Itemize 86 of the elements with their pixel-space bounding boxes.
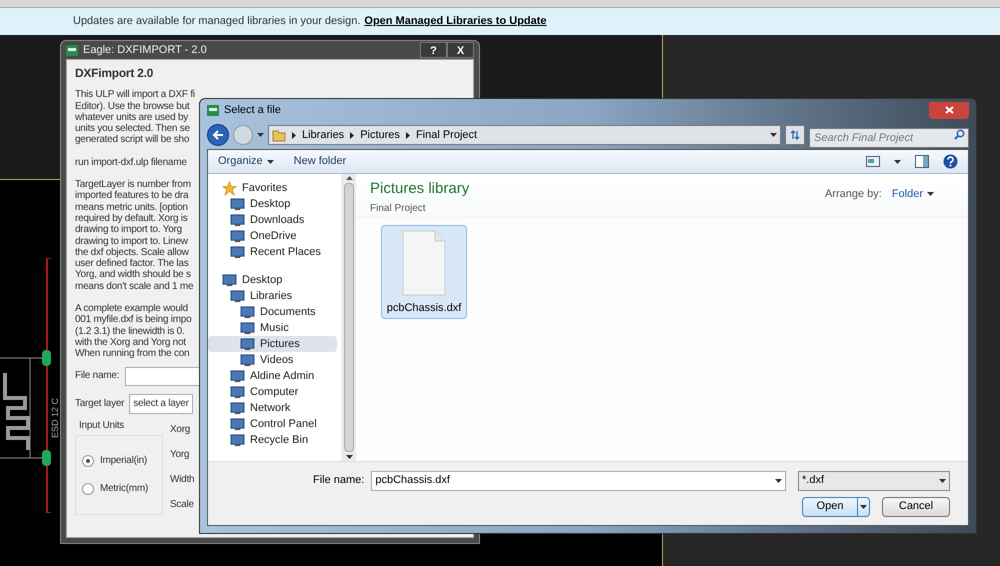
layer-select[interactable]: select a layer <box>129 394 193 414</box>
back-button[interactable] <box>207 124 229 146</box>
close-icon <box>944 106 954 114</box>
nav-item[interactable]: Music <box>208 320 337 336</box>
nav-item[interactable]: Aldine Admin <box>208 368 337 384</box>
nav-item[interactable]: Desktop <box>208 272 337 288</box>
address-bar[interactable]: Libraries Pictures Final Project <box>268 125 781 145</box>
search-icon <box>954 129 965 140</box>
caret-icon <box>770 133 777 137</box>
search-field[interactable]: Search Final Project <box>809 128 969 148</box>
update-link[interactable]: Open Managed Libraries to Update <box>364 13 547 30</box>
breadcrumb-item[interactable]: Pictures <box>360 126 400 144</box>
group-label: Input Units <box>78 420 126 431</box>
nav-item[interactable]: Control Panel <box>208 416 337 432</box>
nav-item[interactable]: OneDrive <box>208 228 337 244</box>
app-icon <box>207 104 219 116</box>
help-icon[interactable] <box>943 154 958 169</box>
refresh-button[interactable] <box>785 125 805 145</box>
field-label: File name: <box>75 370 120 382</box>
nav-item[interactable]: Downloads <box>208 212 337 228</box>
arrange-dropdown[interactable]: Folder <box>892 186 934 202</box>
radio-button[interactable] <box>82 482 94 495</box>
nav-item[interactable]: Favorites <box>208 180 337 196</box>
nav-item[interactable]: Desktop <box>208 196 337 212</box>
nav-item[interactable]: Recent Places <box>208 244 337 260</box>
back-arrow-icon <box>212 130 224 140</box>
nav-item[interactable]: Videos <box>208 352 337 368</box>
chevron-icon <box>406 132 410 138</box>
description-paragraph: A complete example would 001 myfile.dxf is being impo (1.2 3.1) the linewidth is 0. with the Xorg and Yorg not When running from the con <box>75 303 192 360</box>
window-title: Eagle: DXFIMPORT - 2.0 <box>83 42 207 58</box>
view-icon[interactable] <box>866 156 880 167</box>
help-button[interactable]: ? <box>420 42 447 58</box>
star-icon <box>222 180 237 196</box>
window-title: Select a file <box>224 102 281 118</box>
app-icon <box>66 44 78 56</box>
caret-icon <box>939 478 946 482</box>
scrollbar[interactable] <box>342 174 356 461</box>
radio-label: Metric(mm) <box>100 483 148 494</box>
nav-item[interactable]: Pictures <box>208 336 337 352</box>
up-arrow-icon[interactable] <box>346 176 352 180</box>
param-label: Xorg <box>170 424 192 435</box>
breadcrumb-item[interactable]: Libraries <box>302 126 344 144</box>
breadcrumb-item[interactable]: Final Project <box>416 126 478 144</box>
folder-icon <box>272 128 286 142</box>
param-label: Scale <box>170 499 194 511</box>
param-label: Width <box>170 474 194 486</box>
library-subtitle: Final Project <box>370 202 427 216</box>
close-button[interactable]: X <box>447 42 474 58</box>
open-button[interactable]: Open <box>802 496 870 516</box>
caret-icon <box>860 504 867 508</box>
caret-icon <box>257 133 264 137</box>
notification-text: Updates are available for managed libraries in your design. <box>73 14 360 30</box>
chevron-icon <box>292 132 296 138</box>
organize-menu[interactable]: Organize <box>218 153 274 170</box>
caret-icon <box>266 160 274 164</box>
nav-item[interactable]: Documents <box>208 304 337 320</box>
document-icon <box>402 230 446 296</box>
radio-button[interactable] <box>82 454 94 467</box>
file-type-select[interactable]: *.dxf <box>798 470 950 490</box>
file-name-field[interactable]: pcbChassis.dxf <box>371 470 786 490</box>
arrange-label: Arrange by: <box>824 187 882 202</box>
caret-icon <box>775 478 782 482</box>
description-paragraph: run import-dxf.ulp filename <box>75 156 187 168</box>
caret-icon <box>346 455 352 459</box>
library-title: Pictures library <box>370 179 470 199</box>
file-item[interactable]: pcbChassis.dxf <box>381 225 467 319</box>
nav-item[interactable]: Computer <box>208 384 337 400</box>
new-folder-button[interactable]: New folder <box>294 153 346 170</box>
description-paragraph: This ULP will import a DXF fi Editor). Use the browse but whatever units are used by units you selected. Then se generated script will be sho <box>75 89 195 146</box>
nav-item[interactable]: Recycle Bin <box>208 432 337 448</box>
radio-label: Imperial(in) <box>100 455 148 466</box>
nav-item[interactable]: Network <box>208 400 337 416</box>
dialog-heading: DXFimport 2.0 <box>75 68 154 80</box>
param-label: Yorg <box>170 448 190 460</box>
caret-icon <box>927 192 934 196</box>
description-paragraph: TargetLayer is number from imported features to be dra means metric units. [option required by default. Xorg is drawing to import to. Yorg drawing to import to. Linew the dxf objects. Scale allow user defined factor. The las Yorg, and width should be s means don't scale and 1 me <box>75 179 194 292</box>
refresh-icon <box>790 130 800 140</box>
field-label: Target layer <box>75 398 124 410</box>
close-button[interactable] <box>929 102 969 118</box>
preview-pane-icon[interactable] <box>915 155 929 168</box>
chevron-icon <box>350 132 354 138</box>
cancel-button[interactable]: Cancel <box>882 496 950 516</box>
nav-item[interactable]: Libraries <box>208 288 337 304</box>
caret-icon <box>894 160 901 164</box>
field-label: File name: <box>313 473 364 488</box>
pcb-label: ESD 12 C <box>51 398 60 438</box>
